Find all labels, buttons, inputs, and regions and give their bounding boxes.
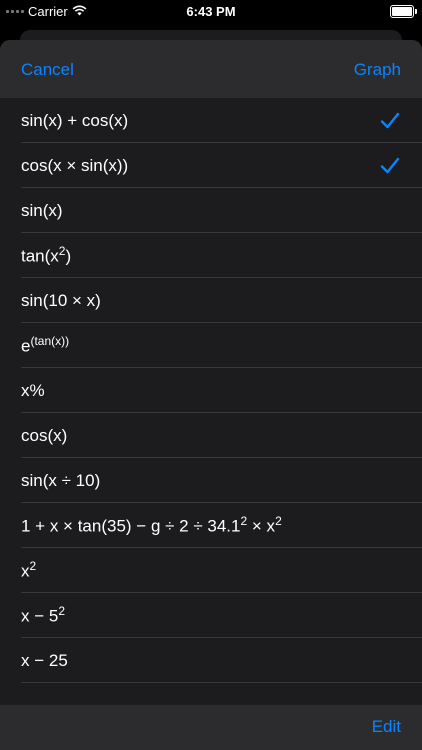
function-row[interactable]: 1 + x × tan(35) − g ÷ 2 ÷ 34.12 × x2 — [0, 503, 422, 548]
expression-superscript: 2 — [29, 559, 37, 574]
expression-text: sin(x) — [21, 200, 63, 220]
function-picker-sheet: Cancel Graph sin(x) + cos(x) cos(x × sin(… — [0, 40, 422, 750]
function-expression: tan(x2) — [21, 244, 71, 267]
expression-superscript: 2 — [275, 514, 282, 529]
battery-icon — [390, 5, 417, 18]
function-expression: sin(10 × x) — [21, 291, 101, 311]
function-row[interactable]: x% — [0, 368, 422, 413]
function-row[interactable]: sin(x) + cos(x) — [0, 98, 422, 143]
graph-button[interactable]: Graph — [354, 60, 401, 80]
function-row[interactable]: sin(10 × x) — [0, 278, 422, 323]
function-expression: sin(x) — [21, 201, 63, 221]
function-expression: 1 + x × tan(35) − g ÷ 2 ÷ 34.12 × x2 — [21, 514, 282, 537]
expression-superscript: 2 — [58, 604, 66, 619]
expression-text: cos(x × sin(x)) — [21, 155, 129, 175]
checkmark-icon — [379, 110, 401, 132]
expression-text: sin(10 × x) — [21, 290, 101, 310]
status-bar: Carrier 6:43 PM — [0, 0, 422, 24]
expression-text: x — [21, 561, 30, 581]
function-row[interactable]: cos(x) — [0, 413, 422, 458]
bottom-toolbar: Edit — [0, 705, 422, 750]
function-expression: x − 52 — [21, 604, 65, 627]
checkmark-icon — [379, 155, 401, 177]
expression-text: 1 + x × tan(35) − g ÷ 2 ÷ 34.1 — [21, 516, 241, 536]
expression-text: sin(x) + cos(x) — [21, 110, 129, 130]
cancel-button[interactable]: Cancel — [21, 60, 74, 80]
expression-text: x − 5 — [21, 606, 59, 626]
function-expression: cos(x) — [21, 426, 67, 446]
function-list: sin(x) + cos(x) cos(x × sin(x)) sin(x) tan(… — [0, 98, 422, 683]
function-row[interactable]: x − 25 — [0, 638, 422, 683]
function-row[interactable]: e(tan(x)) — [0, 323, 422, 368]
function-expression: e(tan(x)) — [21, 334, 69, 357]
function-expression: x − 25 — [21, 651, 68, 671]
expression-text: tan(x — [21, 246, 59, 266]
function-expression: x2 — [21, 559, 36, 582]
function-row[interactable]: sin(x ÷ 10) — [0, 458, 422, 503]
function-row[interactable]: sin(x) — [0, 188, 422, 233]
expression-text: x − 25 — [21, 650, 68, 670]
function-row[interactable]: x2 — [0, 548, 422, 593]
expression-text: ) — [65, 246, 72, 266]
expression-superscript: (tan(x)) — [30, 334, 70, 349]
edit-button[interactable]: Edit — [372, 717, 401, 737]
function-expression: cos(x × sin(x)) — [21, 156, 128, 176]
expression-text: cos(x) — [21, 425, 68, 445]
function-row[interactable]: cos(x × sin(x)) — [0, 143, 422, 188]
function-expression: sin(x ÷ 10) — [21, 471, 100, 491]
nav-bar: Cancel Graph — [0, 40, 422, 98]
function-row[interactable]: x − 52 — [0, 593, 422, 638]
function-expression: sin(x) + cos(x) — [21, 111, 128, 131]
expression-text: × x — [247, 516, 276, 536]
function-row[interactable]: tan(x2) — [0, 233, 422, 278]
status-time: 6:43 PM — [186, 4, 236, 19]
expression-text: sin(x ÷ 10) — [21, 470, 101, 490]
function-expression: x% — [21, 381, 45, 401]
expression-text: x% — [21, 380, 45, 400]
